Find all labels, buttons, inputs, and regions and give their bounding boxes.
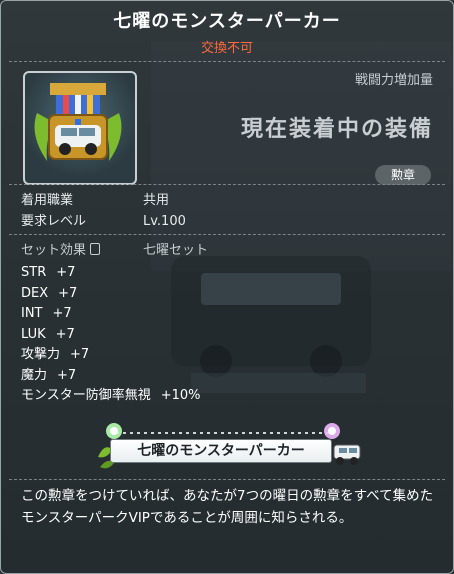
stat-row: STR +7 [21, 263, 201, 284]
stat-row: 魔力 +7 [21, 366, 201, 387]
divider [9, 184, 445, 185]
item-name: 七曜のモンスターパーカー [113, 11, 341, 32]
stat-value: +7 [52, 306, 72, 321]
stat-value: +7 [57, 367, 77, 383]
category-badge: 勲章 [375, 165, 431, 185]
req-label: 要求レベル [21, 214, 87, 229]
divider [9, 234, 445, 235]
req-value: 共用 [143, 193, 170, 208]
stat-name: モンスター防御率無視 [21, 388, 151, 403]
stat-name: 魔力 [21, 367, 48, 383]
stat-row: 攻撃力 +7 [21, 345, 201, 366]
stat-list: STR +7 DEX +7 INT +7 LUK +7 攻撃力 +7 魔力 +7 モンスター… [21, 263, 201, 407]
item-tooltip: 七曜のモンスターパーカー 交換不可 戦闘力増加量 現在装着中の装備 勲章 着用職… [0, 0, 454, 574]
stat-name: 攻撃力 [21, 347, 61, 362]
job-requirement: 着用職業 共用 [21, 189, 169, 208]
trade-status: 交換不可 [200, 41, 253, 56]
stat-row: モンスター防御率無視 +10% [21, 386, 201, 407]
equipped-status: 現在装着中の装備 [240, 117, 433, 142]
divider [9, 479, 445, 480]
level-requirement: 要求レベル Lv.100 [21, 210, 186, 229]
stat-name: STR [21, 265, 47, 280]
divider [9, 61, 445, 62]
set-name: 七曜セット [143, 243, 209, 258]
stat-value: +7 [58, 285, 78, 301]
set-effect-label: セット効果 [21, 243, 87, 258]
stat-name: INT [21, 306, 43, 321]
stat-row: INT +7 [21, 304, 201, 325]
stat-value: +7 [55, 326, 75, 342]
lock-icon [90, 243, 101, 255]
stat-value: +10% [160, 388, 201, 403]
medal-name-banner: 七曜のモンスターパーカー [96, 419, 366, 475]
item-description: この勲章をつけていれば、あなたが7つの曜日の勲章をすべて集めたモンスターパークV… [21, 488, 434, 526]
stat-row: DEX +7 [21, 284, 201, 305]
medal-icon [34, 83, 122, 161]
medal-banner-text: 七曜のモンスターパーカー [110, 439, 332, 463]
req-label: 着用職業 [21, 193, 74, 208]
stat-name: DEX [21, 285, 49, 301]
req-value: Lv.100 [143, 214, 186, 229]
stat-value: +7 [56, 265, 76, 280]
stat-value: +7 [70, 347, 90, 362]
power-increase-label: 戦闘力増加量 [354, 73, 433, 88]
stat-name: LUK [21, 326, 46, 342]
item-icon-frame [23, 71, 137, 185]
set-effect: セット効果 七曜セット [21, 239, 208, 258]
stat-row: LUK +7 [21, 325, 201, 346]
